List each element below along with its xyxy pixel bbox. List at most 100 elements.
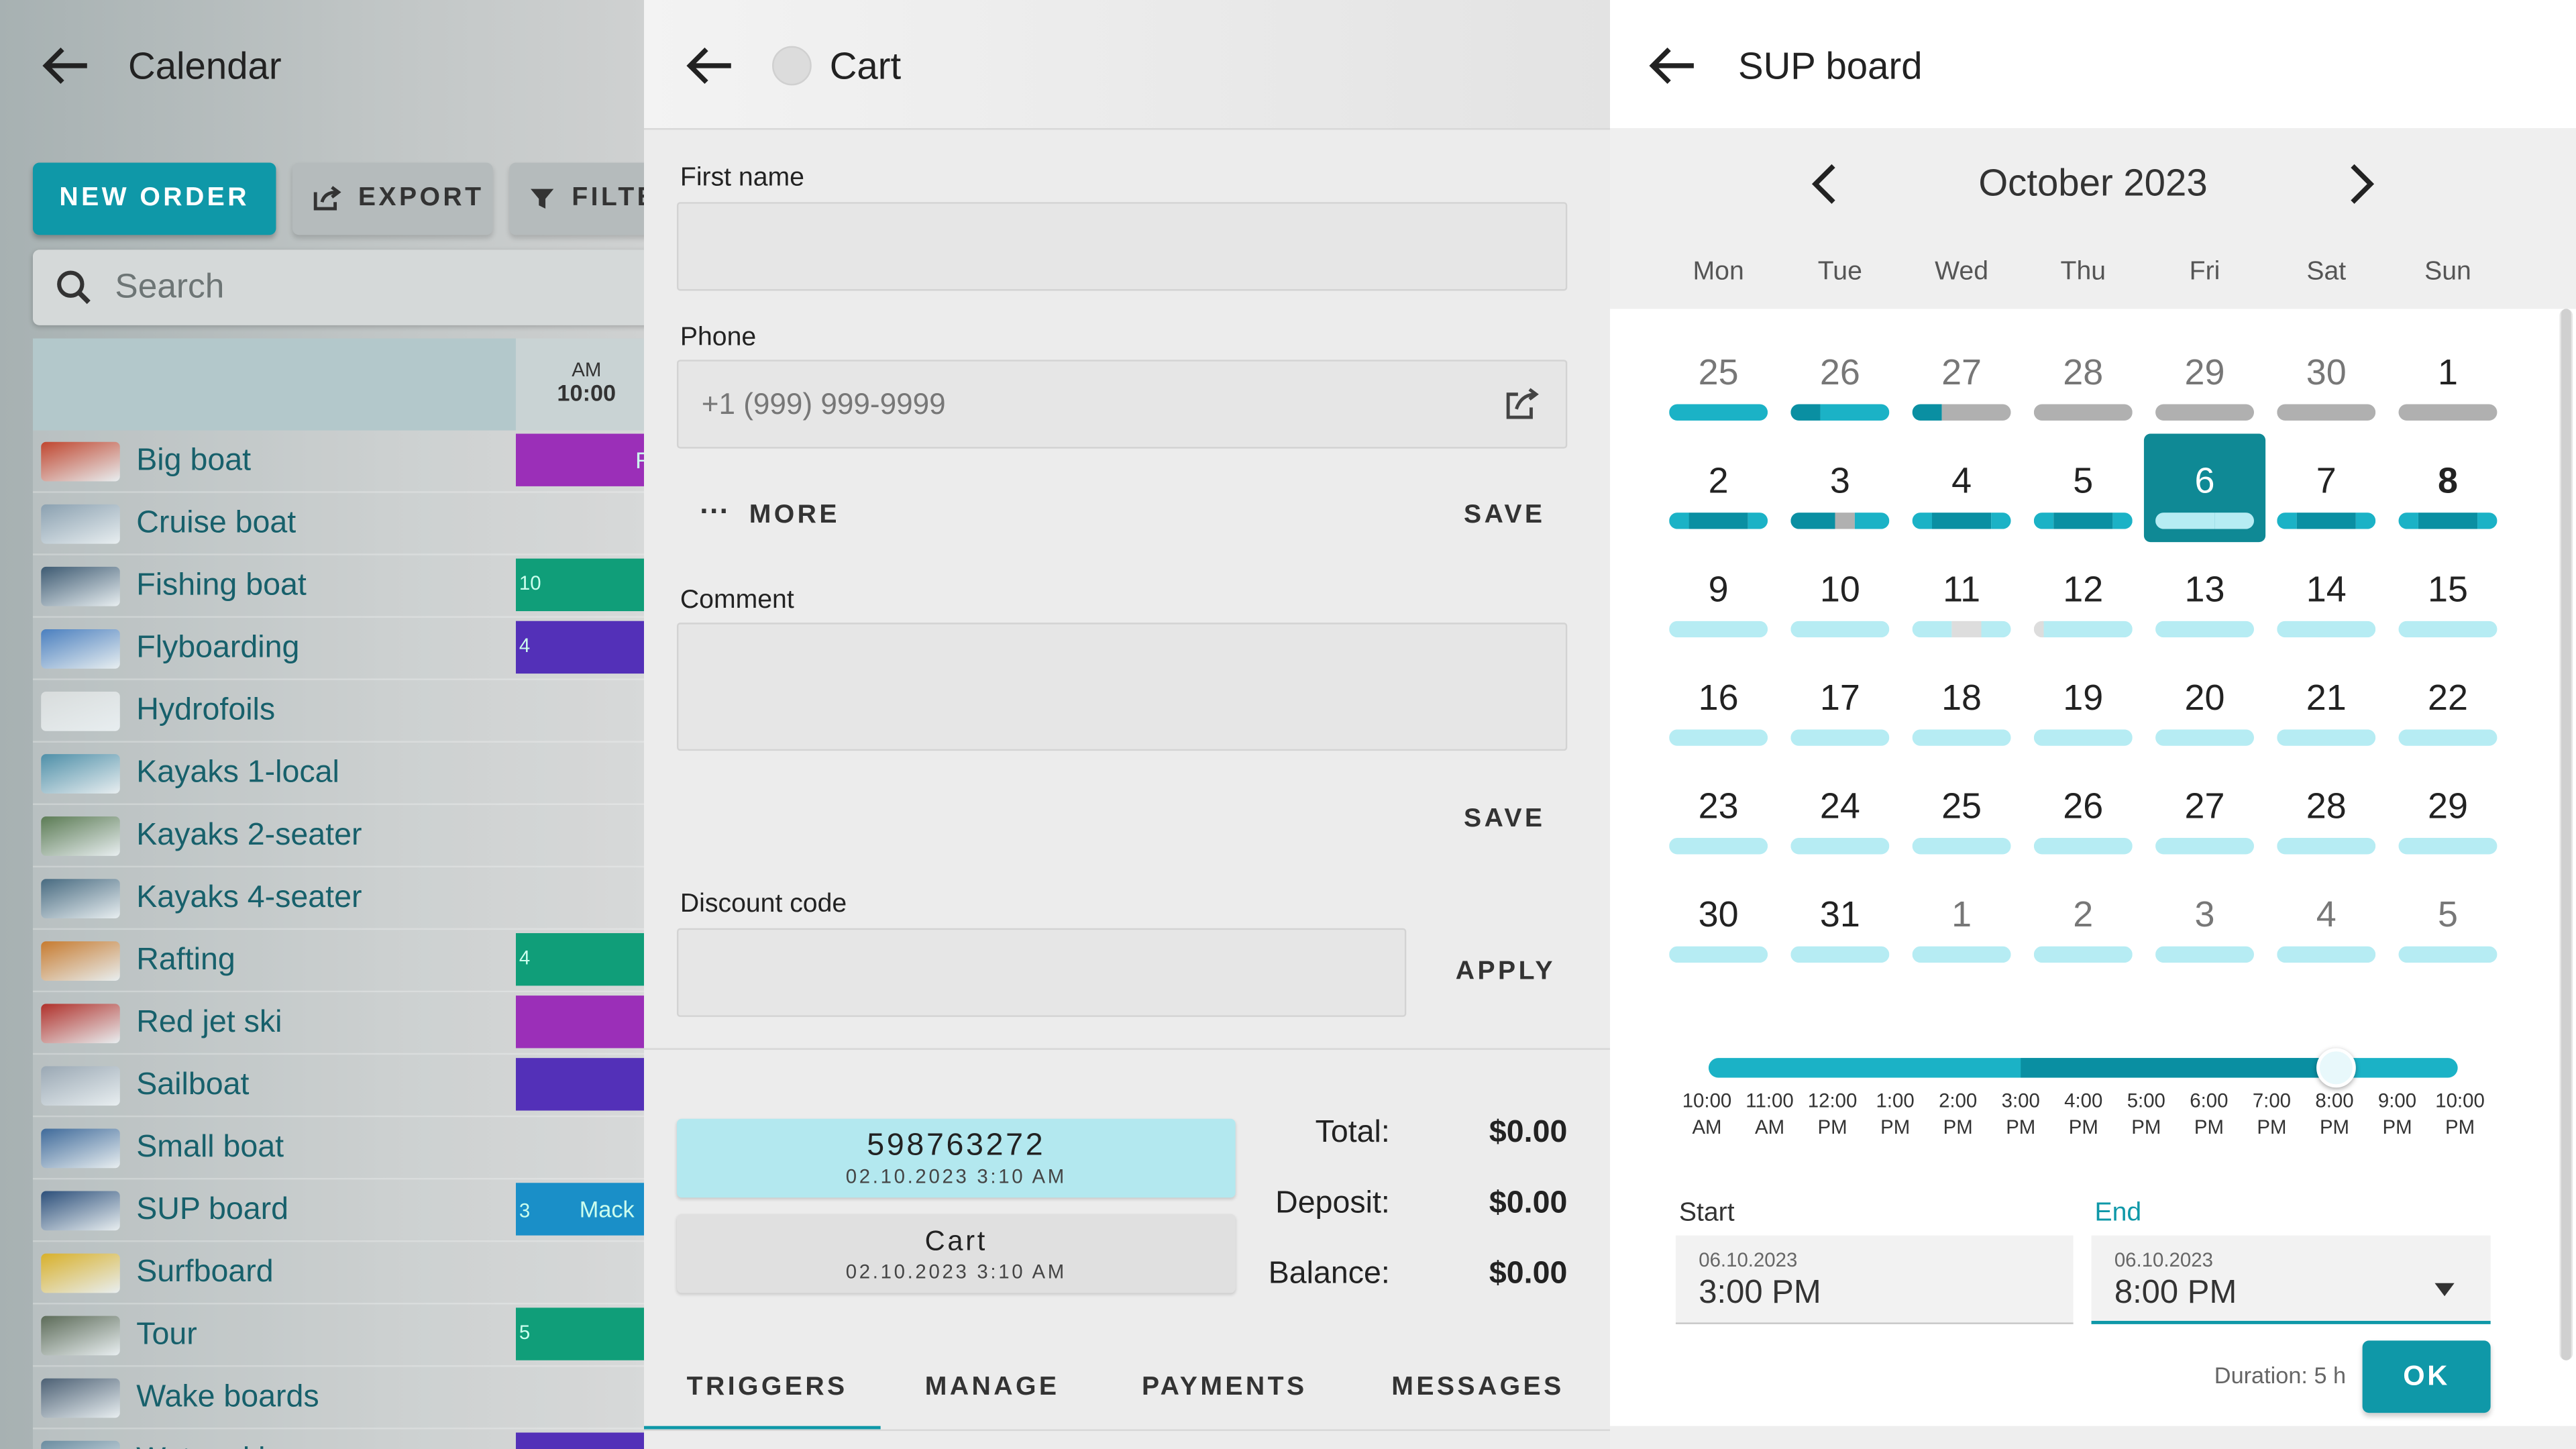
calendar-day[interactable]: 3 <box>1790 447 1890 542</box>
booking-bar[interactable]: 10 <box>515 558 645 612</box>
calendar-day[interactable]: 3 <box>2155 881 2255 976</box>
calendar-day[interactable]: 4 <box>2277 881 2376 976</box>
calendar-day[interactable]: 9 <box>1669 555 1768 651</box>
calendar-day[interactable]: 25 <box>1669 338 1768 433</box>
calendar-day[interactable]: 26 <box>2033 772 2133 867</box>
resource-row[interactable]: Kayaks 4-seater <box>32 867 645 930</box>
calendar-day[interactable]: 27 <box>2155 772 2255 867</box>
save-comment-button[interactable]: SAVE <box>1464 805 1545 835</box>
calendar-day[interactable]: 1 <box>1912 881 2011 976</box>
export-button[interactable]: EXPORT <box>292 162 493 235</box>
resource-row[interactable]: Tour 5 <box>32 1304 645 1367</box>
booking-bar[interactable]: Ri <box>515 433 645 486</box>
comment-field[interactable] <box>676 623 1568 751</box>
calendar-day[interactable]: 30 <box>2277 338 2376 433</box>
calendar-day[interactable]: 27 <box>1912 338 2011 433</box>
calendar-day[interactable]: 17 <box>1790 663 1890 759</box>
calendar-day[interactable]: 26 <box>1790 338 1890 433</box>
calendar-day[interactable]: 25 <box>1912 772 2011 867</box>
save-button[interactable]: SAVE <box>1464 501 1545 531</box>
booking-bar[interactable] <box>515 1058 645 1111</box>
page-title: Calendar <box>128 44 282 87</box>
resource-row[interactable]: Cruise boat <box>32 493 645 555</box>
calendar-day[interactable]: 28 <box>2277 772 2376 867</box>
new-order-button[interactable]: NEW ORDER <box>32 162 276 235</box>
filter-button[interactable]: FILTE <box>509 162 645 235</box>
resource-row[interactable]: Fishing boat 10 <box>32 555 645 618</box>
calendar-day[interactable]: 19 <box>2033 663 2133 759</box>
calendar-day[interactable]: 6 <box>2143 433 2266 543</box>
booking-bar[interactable] <box>515 996 645 1049</box>
cart-card[interactable]: Cart 02.10.2023 3:10 AM <box>676 1214 1236 1293</box>
calendar-day[interactable]: 12 <box>2033 555 2133 651</box>
back-arrow-icon[interactable] <box>684 40 736 92</box>
calendar-day[interactable]: 5 <box>2033 447 2133 542</box>
calendar-day[interactable]: 24 <box>1790 772 1890 867</box>
more-button[interactable]: ··· MORE <box>700 496 840 531</box>
calendar-day[interactable]: 14 <box>2277 555 2376 651</box>
resource-row[interactable]: Kayaks 2-seater <box>32 805 645 868</box>
slider-handle[interactable] <box>2316 1048 2356 1088</box>
resource-row[interactable]: Wake boards <box>32 1367 645 1430</box>
export-icon <box>313 186 341 211</box>
resource-row[interactable]: Hydrofoils <box>32 680 645 743</box>
calendar-day[interactable]: 1 <box>2398 338 2498 433</box>
calendar-day[interactable]: 31 <box>1790 881 1890 976</box>
resource-row[interactable]: Surfboard <box>32 1242 645 1305</box>
resource-row[interactable]: Flyboarding 4 <box>32 618 645 680</box>
booking-bar[interactable]: 4 <box>515 621 645 674</box>
booking-bar[interactable]: 4 <box>515 933 645 986</box>
back-arrow-icon[interactable] <box>40 40 92 92</box>
calendar-day[interactable]: 7 <box>2277 447 2376 542</box>
end-datetime-field[interactable]: 06.10.2023 8:00 PM <box>2091 1235 2491 1324</box>
tab-messages[interactable]: MESSAGES <box>1391 1373 1564 1403</box>
calendar-day[interactable]: 20 <box>2155 663 2255 759</box>
calendar-day[interactable]: 15 <box>2398 555 2498 651</box>
calendar-day[interactable]: 21 <box>2277 663 2376 759</box>
calendar-day[interactable]: 10 <box>1790 555 1890 651</box>
resource-row[interactable]: Rafting 4 <box>32 930 645 993</box>
calendar-day[interactable]: 22 <box>2398 663 2498 759</box>
calendar-day[interactable]: 16 <box>1669 663 1768 759</box>
tab-triggers[interactable]: TRIGGERS <box>687 1373 848 1403</box>
booking-bar[interactable]: 5 <box>515 1307 645 1360</box>
resource-row[interactable]: Big boat Ri <box>32 431 645 493</box>
calendar-day[interactable]: 28 <box>2033 338 2133 433</box>
calendar-day[interactable]: 29 <box>2398 772 2498 867</box>
calendar-day[interactable]: 2 <box>2033 881 2133 976</box>
calendar-day[interactable]: 13 <box>2155 555 2255 651</box>
calendar-day[interactable]: 8 <box>2398 447 2498 542</box>
resource-row[interactable]: Small boat <box>32 1117 645 1180</box>
calendar-day[interactable]: 18 <box>1912 663 2011 759</box>
availability-bar <box>1790 404 1890 421</box>
calendar-day[interactable]: 5 <box>2398 881 2498 976</box>
calendar-day[interactable]: 4 <box>1912 447 2011 542</box>
tab-payments[interactable]: PAYMENTS <box>1142 1373 1307 1403</box>
resource-row[interactable]: Sailboat <box>32 1055 645 1118</box>
resource-row[interactable]: Red jet ski <box>32 992 645 1055</box>
start-datetime-field[interactable]: 06.10.2023 3:00 PM <box>1675 1235 2074 1324</box>
calendar-day[interactable]: 30 <box>1669 881 1768 976</box>
scrollbar[interactable] <box>2559 309 2573 1360</box>
resource-row[interactable]: Water ski <box>33 1430 645 1449</box>
dropdown-arrow-icon[interactable] <box>2434 1275 2455 1304</box>
calendar-day[interactable]: 29 <box>2155 338 2255 433</box>
external-link-icon[interactable] <box>1503 388 1540 429</box>
phone-field[interactable]: +1 (999) 999-9999 <box>676 360 1568 449</box>
chevron-right-icon[interactable] <box>2336 158 2388 210</box>
first-name-field[interactable] <box>676 202 1568 291</box>
order-card[interactable]: 598763272 02.10.2023 3:10 AM <box>676 1118 1236 1198</box>
back-arrow-icon[interactable] <box>1646 40 1699 92</box>
tab-manage[interactable]: MANAGE <box>925 1373 1060 1403</box>
booking-bar[interactable]: 3 Mack <box>515 1183 645 1236</box>
search-input[interactable]: Search <box>32 250 645 325</box>
resource-row[interactable]: Kayaks 1-local <box>32 743 645 806</box>
booking-bar[interactable] <box>515 1432 645 1449</box>
calendar-day[interactable]: 23 <box>1669 772 1768 867</box>
discount-field[interactable] <box>676 928 1407 1017</box>
resource-row[interactable]: SUP board 3 Mack <box>32 1179 645 1242</box>
calendar-day[interactable]: 2 <box>1669 447 1768 542</box>
ok-button[interactable]: OK <box>2362 1340 2491 1413</box>
apply-button[interactable]: APPLY <box>1456 958 1556 987</box>
calendar-day[interactable]: 11 <box>1912 555 2011 651</box>
